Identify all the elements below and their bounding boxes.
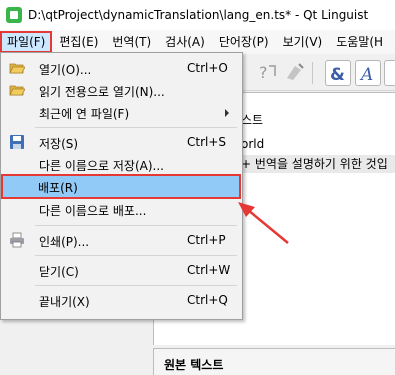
annotation-arrow-icon xyxy=(238,202,289,244)
